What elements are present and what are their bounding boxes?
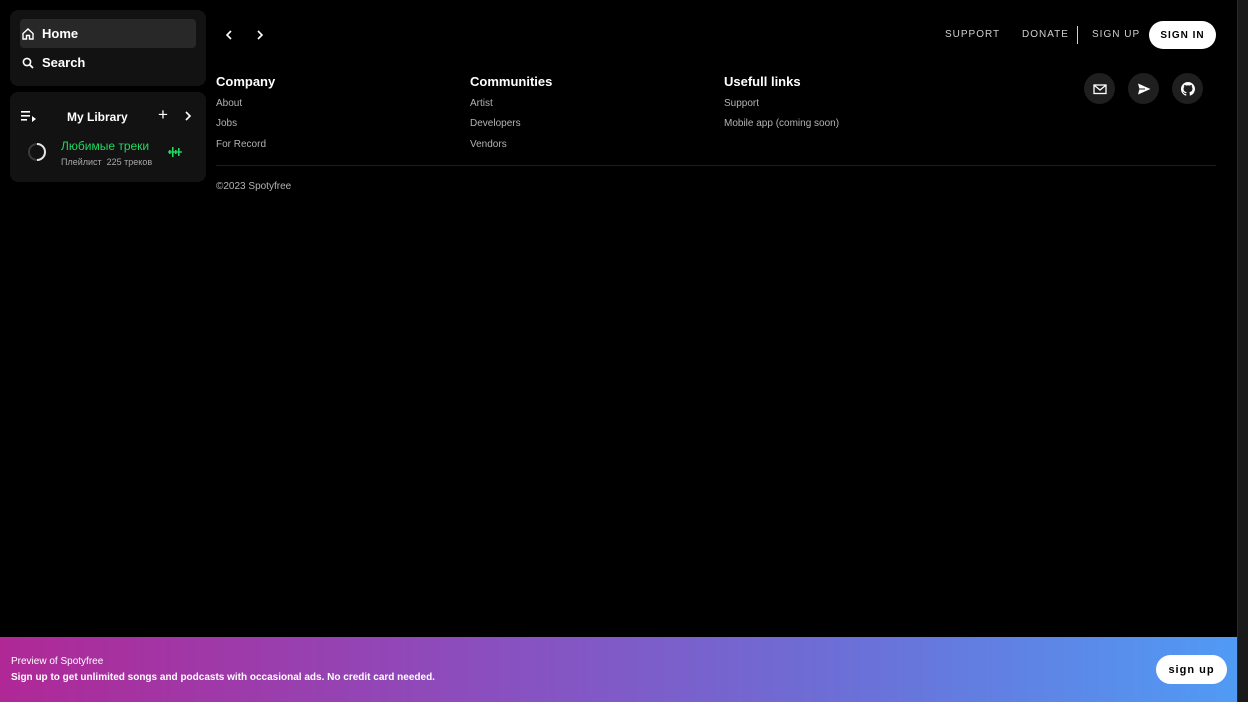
preview-banner: Preview of Spotyfree Sign up to get unli… xyxy=(0,637,1237,702)
developers-link[interactable]: Developers xyxy=(470,118,521,129)
vendors-link[interactable]: Vendors xyxy=(470,139,507,150)
banner-subtitle: Sign up to get unlimited songs and podca… xyxy=(11,672,435,683)
support-link[interactable]: SUPPORT xyxy=(945,29,1000,40)
company-heading: Company xyxy=(216,74,276,89)
forward-button[interactable] xyxy=(252,27,268,43)
library-icon[interactable] xyxy=(21,110,37,122)
library-header: My Library + xyxy=(10,106,206,127)
playlist-item[interactable]: Любимые треки Плейлист 225 треков xyxy=(10,136,206,170)
send-icon xyxy=(1137,83,1150,94)
sidebar-item-label: Search xyxy=(42,55,86,70)
for-record-link[interactable]: For Record xyxy=(216,139,266,150)
banner-sign-up-button[interactable]: sign up xyxy=(1156,655,1227,684)
send-button[interactable] xyxy=(1128,73,1159,104)
home-icon xyxy=(22,27,34,40)
playlist-count: 225 треков xyxy=(106,157,153,167)
chevron-right-icon[interactable] xyxy=(183,109,193,123)
copyright-text: ©2023 Spotyfree xyxy=(216,181,292,192)
loading-spinner-icon xyxy=(28,143,46,161)
sign-up-link[interactable]: SIGN UP xyxy=(1092,29,1140,40)
github-icon xyxy=(1180,81,1195,96)
sign-in-button[interactable]: SIGN IN xyxy=(1149,21,1216,49)
footer-divider xyxy=(216,165,1216,166)
library-title: My Library xyxy=(67,110,128,124)
sidebar-item-label: Home xyxy=(42,26,79,41)
mail-icon xyxy=(1092,83,1107,94)
sidebar-nav: Home Search xyxy=(10,10,206,86)
banner-title: Preview of Spotyfree xyxy=(11,656,104,667)
chevron-right-icon xyxy=(257,30,264,40)
artist-link[interactable]: Artist xyxy=(470,98,493,109)
sidebar-item-home[interactable]: Home xyxy=(20,19,196,48)
useful-links-heading: Usefull links xyxy=(724,74,801,89)
search-icon xyxy=(22,57,34,69)
github-button[interactable] xyxy=(1172,73,1203,104)
playlist-type: Плейлист xyxy=(61,157,102,167)
sidebar-item-search[interactable]: Search xyxy=(20,48,196,77)
mobile-app-link[interactable]: Mobile app (coming soon) xyxy=(724,118,839,129)
donate-link[interactable]: DONATE xyxy=(1022,29,1069,40)
library-panel: My Library + Любимые треки Плейлист 225 т… xyxy=(10,92,206,182)
playlist-name: Любимые треки xyxy=(61,139,150,153)
communities-heading: Communities xyxy=(470,74,553,89)
jobs-link[interactable]: Jobs xyxy=(216,118,237,129)
about-link[interactable]: About xyxy=(216,98,242,109)
support-footer-link[interactable]: Support xyxy=(724,98,759,109)
now-playing-icon xyxy=(168,147,182,157)
mail-button[interactable] xyxy=(1084,73,1115,104)
chevron-left-icon xyxy=(225,30,232,40)
page-scrollbar[interactable] xyxy=(1237,0,1248,702)
plus-icon[interactable]: + xyxy=(156,106,170,123)
back-button[interactable] xyxy=(221,27,237,43)
divider xyxy=(1077,26,1078,44)
playlist-meta: Плейлист 225 треков xyxy=(61,157,152,167)
